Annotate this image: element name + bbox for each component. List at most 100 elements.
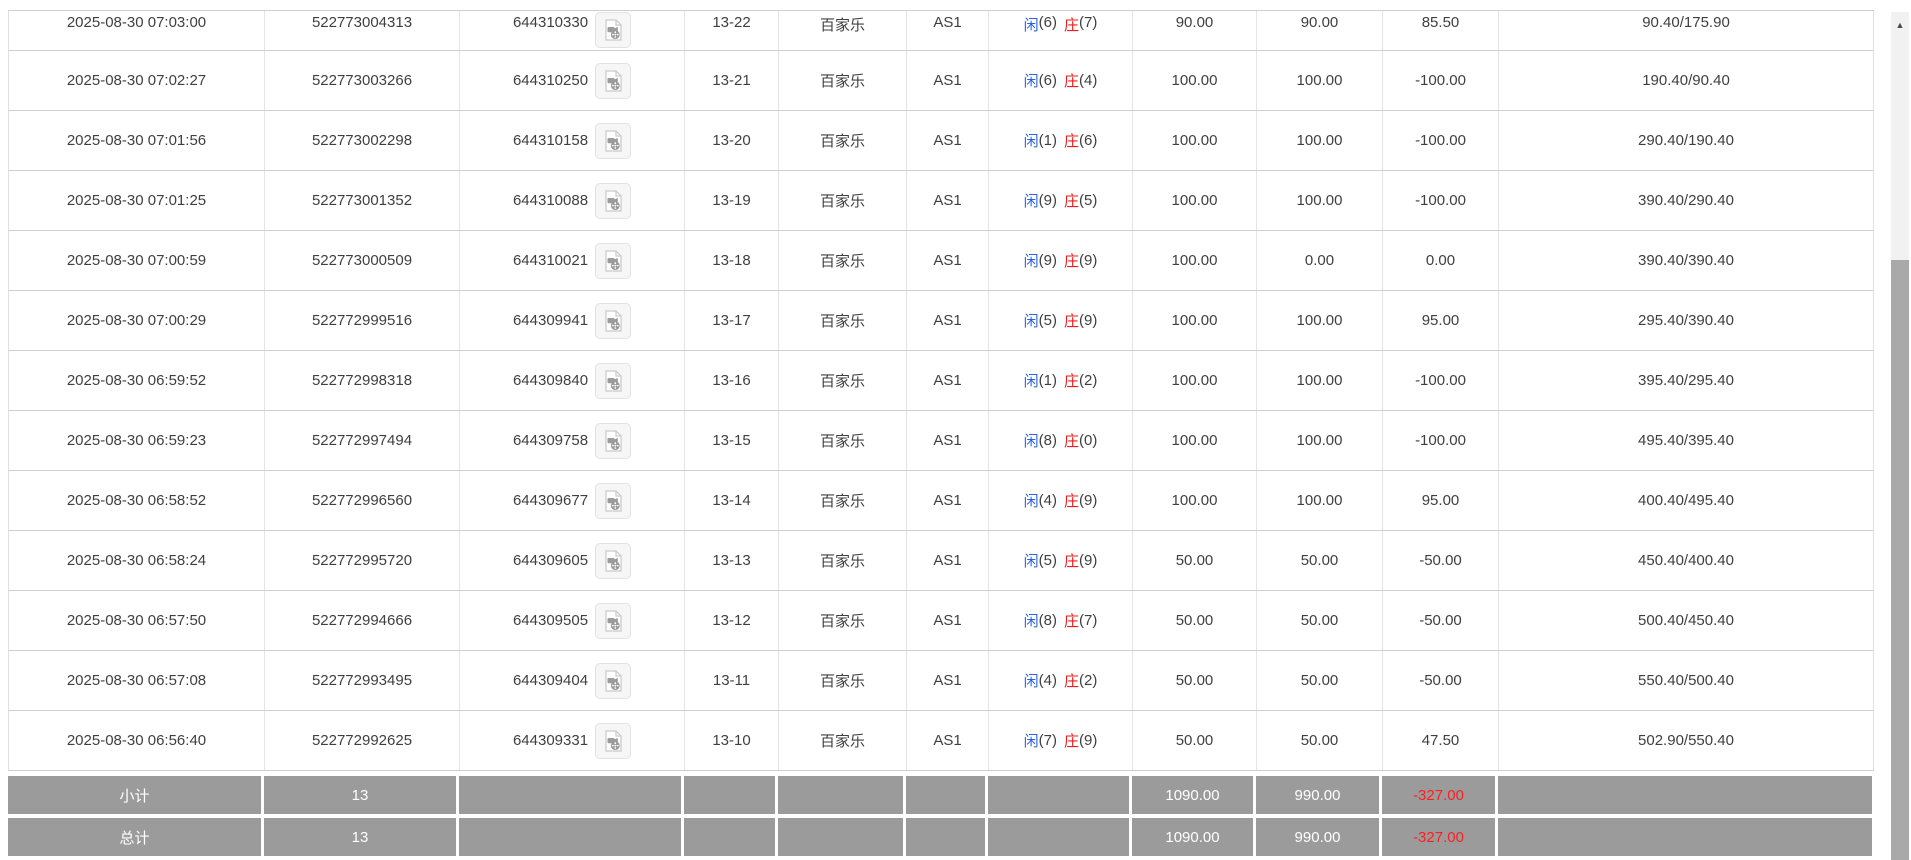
- video-replay-button[interactable]: [595, 662, 632, 699]
- video-replay-icon: [605, 489, 622, 512]
- balance-before-after: 400.40/495.40: [1638, 492, 1734, 509]
- bet-amount-link[interactable]: 50.00: [1133, 591, 1257, 650]
- bet-id: 522772999516: [265, 291, 460, 350]
- game-type: 百家乐: [779, 651, 907, 710]
- video-replay-button[interactable]: [595, 602, 632, 639]
- video-replay-icon: [605, 309, 622, 332]
- banker-result-label: 庄: [1064, 553, 1080, 570]
- summary-count: 13: [264, 776, 459, 814]
- banker-score: (5): [1079, 192, 1098, 209]
- bet-amount-link[interactable]: 100.00: [1133, 111, 1257, 170]
- player-result-label: 闲: [1023, 313, 1039, 330]
- balance-before-after: 495.40/395.40: [1638, 432, 1734, 449]
- banker-result-label: 庄: [1064, 373, 1080, 390]
- round-number: 13-17: [685, 291, 779, 350]
- bet-time: 2025-08-30 07:03:00: [9, 11, 265, 50]
- round-number: 13-14: [685, 471, 779, 530]
- balance-before-after: 550.40/500.40: [1638, 672, 1734, 689]
- video-replay-button[interactable]: [595, 482, 632, 519]
- bet-amount-link[interactable]: 50.00: [1133, 531, 1257, 590]
- player-score: (4): [1038, 672, 1057, 689]
- player-result-label: 闲: [1023, 253, 1039, 270]
- summary-empty-cell: [906, 818, 988, 856]
- valid-bet-amount: 100.00: [1257, 351, 1383, 410]
- banker-score: (9): [1079, 732, 1098, 749]
- banker-result-label: 庄: [1064, 73, 1080, 90]
- round-number: 13-18: [685, 231, 779, 290]
- summary-label: 总计: [8, 818, 264, 856]
- video-replay-button[interactable]: [595, 302, 632, 339]
- bet-time: 2025-08-30 07:01:56: [9, 111, 265, 170]
- bet-amount-link[interactable]: 100.00: [1133, 171, 1257, 230]
- win-loss-amount: 0.00: [1383, 231, 1499, 290]
- video-replay-button[interactable]: [595, 182, 632, 219]
- video-replay-button[interactable]: [595, 122, 632, 159]
- bet-amount-link[interactable]: 100.00: [1133, 471, 1257, 530]
- bet-amount-link[interactable]: 50.00: [1133, 651, 1257, 710]
- valid-bet-amount: 100.00: [1257, 411, 1383, 470]
- game-result: 闲 (8) 庄 (0): [989, 411, 1133, 470]
- round-id: 644309605: [512, 552, 589, 569]
- win-loss-amount: -100.00: [1383, 351, 1499, 410]
- summary-empty-cell: [459, 776, 684, 814]
- video-replay-button[interactable]: [595, 422, 632, 459]
- summary-empty-cell: [778, 776, 906, 814]
- table-row: 2025-08-30 06:58:52 522772996560 6443096…: [8, 471, 1874, 531]
- balance-before-after: 450.40/400.40: [1638, 552, 1734, 569]
- valid-bet-amount: 50.00: [1257, 711, 1383, 770]
- table-code: AS1: [907, 11, 989, 50]
- round-number: 13-22: [685, 11, 779, 50]
- round-id: 644310088: [512, 192, 589, 209]
- banker-score: (7): [1079, 14, 1098, 31]
- bet-time: 2025-08-30 07:00:59: [9, 231, 265, 290]
- video-replay-button[interactable]: [595, 542, 632, 579]
- banker-score: (2): [1079, 372, 1098, 389]
- bet-id: 522772998318: [265, 351, 460, 410]
- summary-empty-cell: [906, 776, 988, 814]
- game-result: 闲 (8) 庄 (7): [989, 591, 1133, 650]
- table-row: 2025-08-30 06:59:23 522772997494 6443097…: [8, 411, 1874, 471]
- banker-score: (9): [1079, 552, 1098, 569]
- bet-id: 522772995720: [265, 531, 460, 590]
- player-result-label: 闲: [1023, 553, 1039, 570]
- bet-amount-link[interactable]: 90.00: [1133, 11, 1257, 50]
- bet-amount-link[interactable]: 100.00: [1133, 51, 1257, 110]
- player-score: (4): [1038, 492, 1057, 509]
- table-row: 2025-08-30 07:01:25 522773001352 6443100…: [8, 171, 1874, 231]
- balance-before-after: 395.40/295.40: [1638, 372, 1734, 389]
- player-score: (8): [1038, 612, 1057, 629]
- video-replay-button[interactable]: [595, 242, 632, 279]
- table-row: 2025-08-30 06:57:50 522772994666 6443095…: [8, 591, 1874, 651]
- summary-empty-cell: [988, 818, 1132, 856]
- bet-amount-link[interactable]: 100.00: [1133, 351, 1257, 410]
- round-cell: 644309840: [460, 351, 685, 410]
- summary-empty-cell: [684, 776, 778, 814]
- video-replay-button[interactable]: [595, 362, 632, 399]
- round-id: 644310158: [512, 132, 589, 149]
- bet-amount-link[interactable]: 50.00: [1133, 711, 1257, 770]
- bet-amount-link[interactable]: 100.00: [1133, 411, 1257, 470]
- game-result: 闲 (9) 庄 (9): [989, 231, 1133, 290]
- video-replay-button[interactable]: [595, 62, 632, 99]
- banker-result-label: 庄: [1064, 613, 1080, 630]
- scrollbar-thumb[interactable]: [1891, 260, 1909, 860]
- vertical-scrollbar[interactable]: ▲: [1891, 12, 1909, 860]
- video-replay-button[interactable]: [595, 12, 632, 48]
- scroll-up-arrow-icon[interactable]: ▲: [1891, 12, 1909, 38]
- round-number: 13-12: [685, 591, 779, 650]
- table-code: AS1: [907, 51, 989, 110]
- banker-score: (0): [1079, 432, 1098, 449]
- player-result-label: 闲: [1023, 733, 1039, 750]
- bet-amount-link[interactable]: 100.00: [1133, 291, 1257, 350]
- video-replay-button[interactable]: [595, 722, 632, 759]
- table-row: 2025-08-30 07:00:59 522773000509 6443100…: [8, 231, 1874, 291]
- game-result: 闲 (6) 庄 (7): [989, 11, 1133, 50]
- player-result-label: 闲: [1023, 373, 1039, 390]
- banker-result-label: 庄: [1064, 17, 1080, 34]
- table-code: AS1: [907, 111, 989, 170]
- round-number: 13-13: [685, 531, 779, 590]
- table-body: 2025-08-30 07:03:00 522773004313 6443103…: [8, 11, 1874, 771]
- round-number: 13-20: [685, 111, 779, 170]
- bet-amount-link[interactable]: 100.00: [1133, 231, 1257, 290]
- player-score: (6): [1038, 14, 1057, 31]
